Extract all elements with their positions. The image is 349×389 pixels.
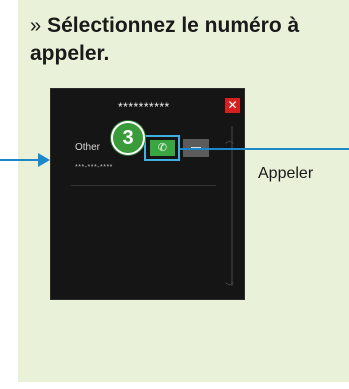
step-badge: 3 <box>111 121 145 155</box>
entry-number: ***-***-**** <box>75 164 113 171</box>
scroll-down-icon[interactable]: ﹀ <box>225 280 234 293</box>
instruction-heading: » Sélectionnez le numéro à appeler. <box>30 12 340 67</box>
contact-name: ********** <box>118 100 170 114</box>
callout-label: Appeler <box>258 165 314 182</box>
chevron-right-icon: » <box>30 15 42 37</box>
pointer-line-right <box>180 148 349 150</box>
row-divider <box>71 185 216 186</box>
pointer-line-left <box>0 159 38 161</box>
arrow-right-icon <box>38 153 50 167</box>
scroll-up-icon[interactable]: ︿ <box>225 133 234 146</box>
instruction-text: Sélectionnez le numéro à appeler. <box>30 14 300 65</box>
phone-screen: ********** ✕ Other ***-***-**** ✆ ︿ ﹀ <box>50 88 245 300</box>
close-button[interactable]: ✕ <box>225 98 240 113</box>
panel-bottom-edge <box>18 382 349 386</box>
entry-label: Other <box>75 142 101 153</box>
call-button[interactable]: ✆ <box>150 140 175 156</box>
scrollbar[interactable] <box>231 126 233 286</box>
